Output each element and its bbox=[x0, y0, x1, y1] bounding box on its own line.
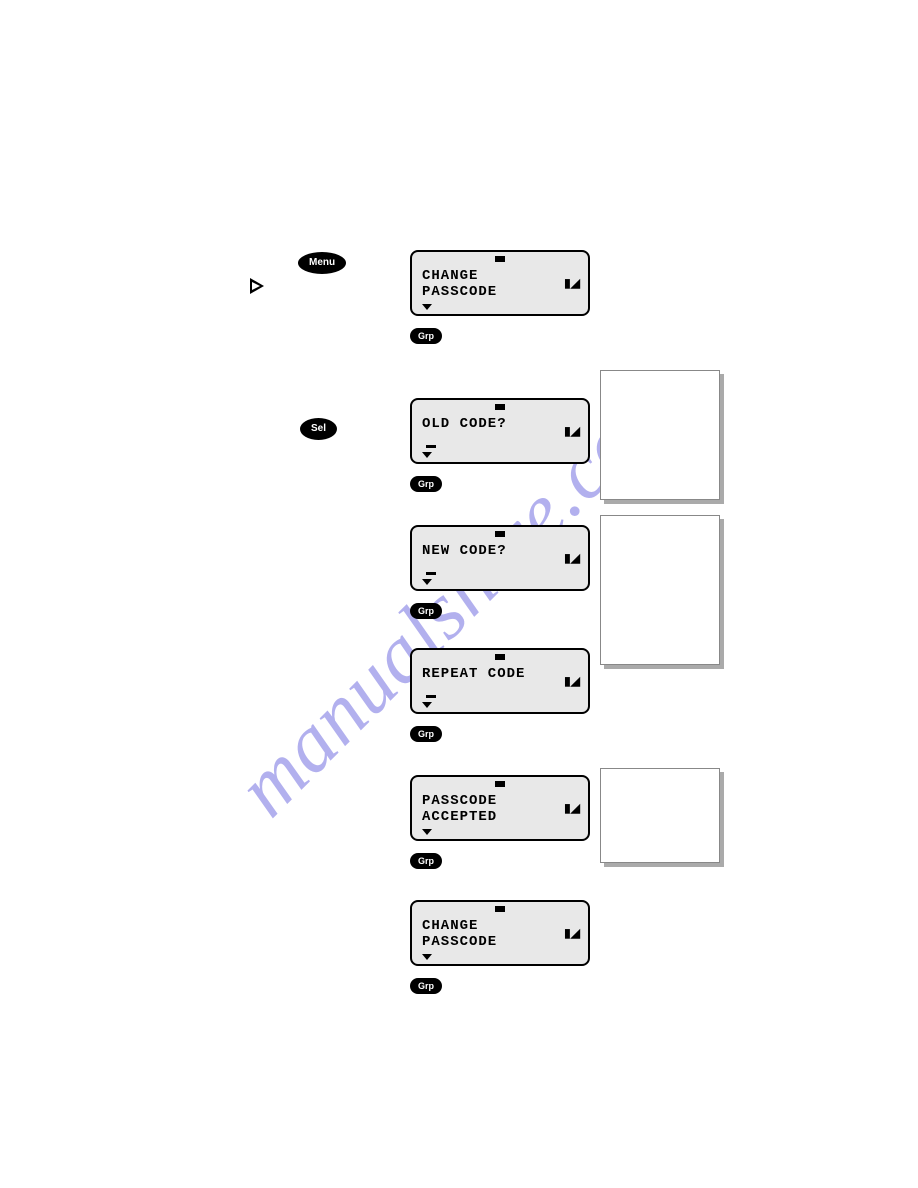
lcd-text: OLD CODE? bbox=[422, 416, 578, 432]
grp-button[interactable]: Grp bbox=[410, 603, 442, 619]
lcd-text: NEW CODE? bbox=[422, 543, 578, 559]
down-arrow-icon bbox=[422, 702, 432, 708]
lcd-screen-old-code: OLD CODE? ▮◢ bbox=[410, 398, 590, 464]
signal-icon: ▮◢ bbox=[564, 801, 580, 815]
side-panel bbox=[600, 768, 720, 863]
lcd-screen-passcode-accepted: PASSCODE ACCEPTED ▮◢ bbox=[410, 775, 590, 841]
down-arrow-icon bbox=[422, 452, 432, 458]
battery-icon bbox=[495, 906, 505, 912]
down-arrow-icon bbox=[422, 954, 432, 960]
down-arrow-icon bbox=[422, 829, 432, 835]
cursor-icon bbox=[426, 445, 436, 448]
cursor-icon bbox=[426, 695, 436, 698]
lcd-screen-new-code: NEW CODE? ▮◢ bbox=[410, 525, 590, 591]
lcd-screen-change-passcode: CHANGE PASSCODE ▮◢ bbox=[410, 250, 590, 316]
lcd-text: PASSCODE ACCEPTED bbox=[422, 793, 578, 825]
battery-icon bbox=[495, 531, 505, 537]
grp-button[interactable]: Grp bbox=[410, 726, 442, 742]
lcd-screen-repeat-code: REPEAT CODE ▮◢ bbox=[410, 648, 590, 714]
battery-icon bbox=[495, 654, 505, 660]
battery-icon bbox=[495, 404, 505, 410]
lcd-text: REPEAT CODE bbox=[422, 666, 578, 682]
side-panel bbox=[600, 515, 720, 665]
lcd-text: CHANGE PASSCODE bbox=[422, 268, 578, 300]
grp-button[interactable]: Grp bbox=[410, 328, 442, 344]
signal-icon: ▮◢ bbox=[564, 276, 580, 290]
down-arrow-icon bbox=[422, 304, 432, 310]
grp-button[interactable]: Grp bbox=[410, 476, 442, 492]
down-arrow-icon bbox=[422, 579, 432, 585]
signal-icon: ▮◢ bbox=[564, 674, 580, 688]
grp-button[interactable]: Grp bbox=[410, 978, 442, 994]
lcd-screen-change-passcode-2: CHANGE PASSCODE ▮◢ bbox=[410, 900, 590, 966]
battery-icon bbox=[495, 781, 505, 787]
grp-button[interactable]: Grp bbox=[410, 853, 442, 869]
signal-icon: ▮◢ bbox=[564, 926, 580, 940]
battery-icon bbox=[495, 256, 505, 262]
side-panel bbox=[600, 370, 720, 500]
signal-icon: ▮◢ bbox=[564, 424, 580, 438]
cursor-icon bbox=[426, 572, 436, 575]
signal-icon: ▮◢ bbox=[564, 551, 580, 565]
menu-button[interactable]: Menu bbox=[298, 252, 346, 274]
play-icon bbox=[250, 278, 264, 294]
sel-button[interactable]: Sel bbox=[300, 418, 337, 440]
lcd-text: CHANGE PASSCODE bbox=[422, 918, 578, 950]
